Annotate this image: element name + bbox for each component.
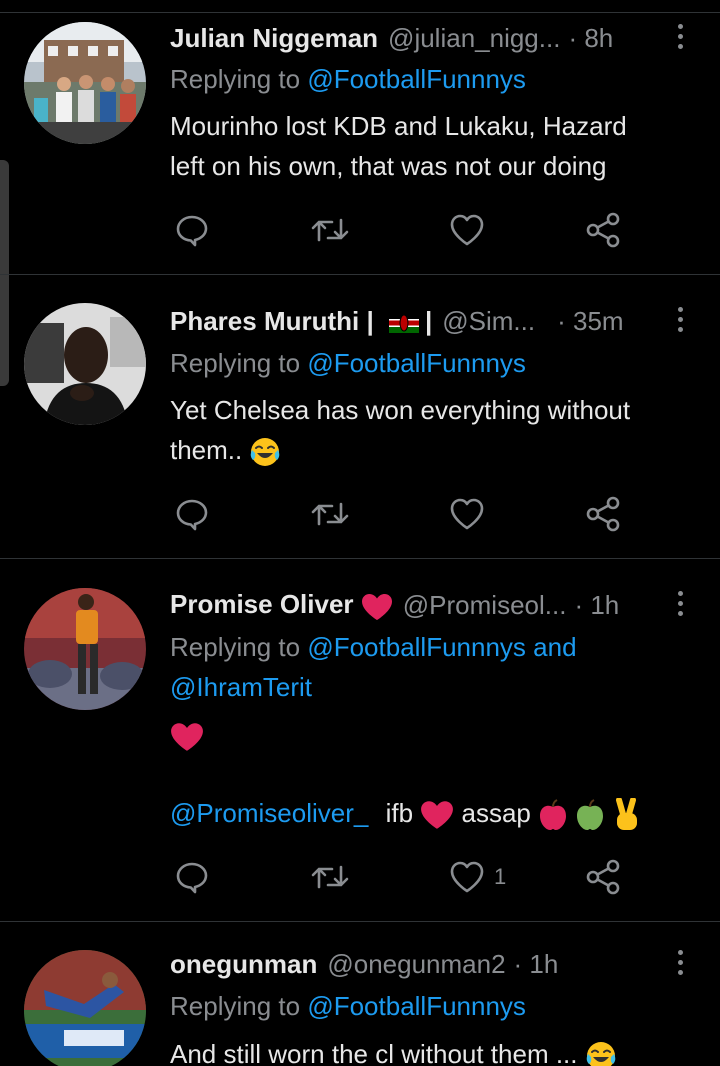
more-icon[interactable] [670,299,690,339]
like-count: 1 [494,864,507,889]
red-heart-icon [361,593,392,620]
user-handle[interactable]: @Sim... [442,306,535,337]
user-handle[interactable]: @Promiseol... [403,590,567,621]
retweet-icon[interactable] [310,857,350,897]
avatar[interactable] [24,22,146,144]
red-heart-icon [421,801,454,829]
reply-mention-link-2[interactable]: @IhramTerit [170,672,312,702]
timestamp: · 8h [568,22,614,53]
green-apple-icon [577,799,604,831]
tweet-text-line: And still worn the cl without them ... [170,1034,690,1066]
tweet-onegunman[interactable]: onegunman @onegunman2 · 1h Replying to @… [0,922,720,1066]
replying-label: Replying to [170,348,308,378]
mention-link[interactable]: @Promiseoliver_ [170,798,368,828]
reply-mention-link[interactable]: @FootballFunnnys [307,348,526,378]
tweet-text: Mourinho lost KDB and Lukaku, Hazard lef… [170,106,690,186]
tweet-text: And still worn the cl without them ... [170,1034,690,1066]
reply-icon[interactable] [174,857,210,897]
timestamp: · 1h [574,589,620,620]
tweet-text-line: left on his own, that was not our doing [170,151,607,181]
display-name[interactable]: Julian Niggeman [170,23,378,54]
action-bar [170,494,650,534]
tweet-promise[interactable]: Promise Oliver @Promiseol... · 1h Replyi… [0,559,720,922]
user-handle[interactable]: @onegunman2 [327,949,505,980]
timestamp: · 35m [557,305,624,336]
replying-to: Replying to @FootballFunnnys [170,59,700,99]
tweet-text-line: them.. [170,430,690,470]
avatar[interactable] [24,588,146,710]
tweet-header: Julian Niggeman @julian_nigg... · 8h [170,18,660,58]
reply-feed[interactable]: Julian Niggeman @julian_nigg... · 8h Rep… [0,0,720,1066]
display-name[interactable]: Phares Muruthi | | [170,306,432,337]
like-icon[interactable]: 1 [448,857,506,897]
replying-label: Replying to [170,632,308,662]
avatar[interactable] [24,303,146,425]
display-name[interactable]: Promise Oliver [170,589,393,620]
more-icon[interactable] [670,942,690,982]
tweet-text-line: Mourinho lost KDB and Lukaku, Hazard [170,111,627,141]
share-icon[interactable] [584,857,622,897]
retweet-icon[interactable] [310,494,350,534]
reply-mention-link[interactable]: @FootballFunnnys [307,64,526,94]
red-apple-icon [540,799,567,831]
joy-emoji-icon [251,438,280,467]
replying-to: Replying to @FootballFunnnys [170,343,700,383]
victory-hand-icon [615,798,637,831]
avatar[interactable] [24,950,146,1066]
action-bar: 1 [170,857,650,897]
reply-mention-link[interactable]: @FootballFunnnys [307,991,526,1021]
reply-and-text: and [525,632,577,662]
replying-to: Replying to @FootballFunnnys [170,986,700,1026]
joy-emoji-icon [586,1042,616,1066]
kenya-flag-icon [388,312,419,333]
reply-mention-link[interactable]: @FootballFunnnys [307,632,526,662]
tweet-text-line: Yet Chelsea has won everything without [170,395,631,425]
timestamp: · 1h [513,948,559,979]
red-heart-icon [171,723,203,751]
reply-icon[interactable] [174,210,210,250]
replying-label: Replying to [170,991,308,1021]
more-icon[interactable] [670,583,690,623]
share-icon[interactable] [584,210,622,250]
tweet-julian[interactable]: Julian Niggeman @julian_nigg... · 8h Rep… [0,0,720,275]
like-icon[interactable] [448,210,486,250]
replying-to: Replying to @FootballFunnnys and @IhramT… [170,627,700,707]
tweet-header: onegunman @onegunman2 · 1h [170,944,660,984]
tweet-text: @Promiseoliver_ ifb assap [170,715,690,833]
tweet-text-line [170,715,690,755]
tweet-header: Promise Oliver @Promiseol... · 1h [170,585,660,625]
tweet-text: Yet Chelsea has won everything without t… [170,390,690,470]
share-icon[interactable] [584,494,622,534]
tweet-header: Phares Muruthi | | @Sim... · 35m [170,301,660,341]
tweet-text-line: @Promiseoliver_ ifb assap [170,793,690,833]
replying-label: Replying to [170,64,308,94]
more-icon[interactable] [670,16,690,56]
action-bar [170,210,650,250]
like-icon[interactable] [448,494,486,534]
display-name[interactable]: onegunman [170,949,317,980]
tweet-phares[interactable]: Phares Muruthi | | @Sim... · 35m Replyin… [0,275,720,559]
retweet-icon[interactable] [310,210,350,250]
reply-icon[interactable] [174,494,210,534]
user-handle[interactable]: @julian_nigg... [388,23,560,54]
